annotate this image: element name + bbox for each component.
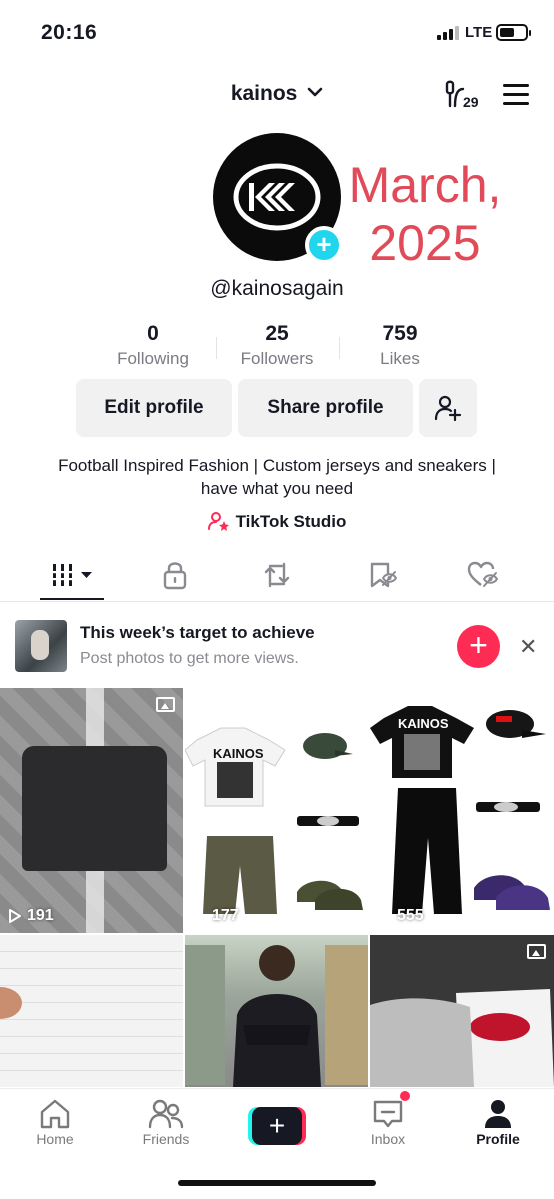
grid-item[interactable]: KAINOS 177	[185, 688, 368, 933]
grid-item[interactable]: KAINOS 555	[370, 688, 554, 933]
store-photo	[185, 945, 368, 1087]
studio-label: TikTok Studio	[235, 512, 347, 531]
stat-label: Likes	[380, 349, 420, 368]
add-friends-button[interactable]	[419, 379, 477, 437]
signal-icon	[437, 26, 459, 40]
target-subtitle: Post photos to get more views.	[80, 650, 299, 667]
stat-value: 25	[265, 322, 289, 345]
tee-text: KAINOS	[398, 716, 449, 731]
view-count: 555	[378, 907, 424, 925]
view-count-value: 191	[27, 907, 54, 924]
stat-value: 759	[382, 322, 418, 345]
photo-icon	[527, 944, 546, 959]
repost-icon	[264, 562, 290, 588]
add-story-button[interactable]: +	[305, 226, 343, 264]
stat-likes[interactable]: 759 Likes	[340, 322, 460, 369]
stat-followers[interactable]: 25 Followers	[217, 322, 337, 369]
nav-friends[interactable]: Friends	[121, 1097, 211, 1147]
menu-icon[interactable]	[503, 84, 529, 111]
home-icon	[40, 1099, 70, 1129]
divider	[0, 601, 554, 602]
stat-value: 0	[147, 322, 159, 345]
tiktok-studio-link[interactable]: TikTok Studio	[0, 511, 554, 532]
play-icon	[194, 909, 206, 923]
status-time: 20:16	[41, 21, 98, 44]
outfit-flatlay: KAINOS	[185, 727, 363, 914]
tee-text: KAINOS	[213, 746, 264, 761]
stat-label: Following	[117, 349, 189, 368]
home-indicator	[178, 1180, 376, 1186]
status-bar: 20:16 LTE	[0, 0, 554, 60]
inbox-icon	[373, 1100, 403, 1128]
kainos-logo	[233, 163, 321, 231]
view-count: 177	[193, 907, 239, 925]
edit-profile-button[interactable]: Edit profile	[76, 379, 232, 437]
mesh-shirt	[22, 746, 167, 871]
outfit-flatlay: KAINOS	[370, 706, 550, 914]
creator-badge: 29	[463, 94, 479, 110]
add-user-icon	[434, 395, 462, 421]
profile-handle: @kainosagain	[210, 277, 344, 300]
view-count-value: 555	[397, 907, 424, 924]
play-icon	[379, 909, 391, 923]
nav-label: Friends	[142, 1131, 190, 1147]
create-button[interactable]: +	[248, 1107, 306, 1145]
photo-icon	[156, 697, 175, 712]
friends-icon	[148, 1099, 184, 1129]
nav-inbox[interactable]: Inbox	[343, 1097, 433, 1147]
grid-item[interactable]	[370, 935, 554, 1087]
nav-label: Profile	[476, 1131, 520, 1147]
tab-liked[interactable]	[467, 560, 499, 595]
share-profile-button[interactable]: Share profile	[238, 379, 413, 437]
target-thumbnail	[15, 620, 67, 672]
tab-private[interactable]	[162, 560, 188, 595]
tab-videos[interactable]	[50, 563, 96, 594]
chevron-down-icon	[307, 80, 323, 104]
lock-icon	[163, 562, 187, 590]
liked-icon	[467, 561, 499, 587]
plus-icon: +	[252, 1107, 302, 1145]
overlay-line-2: 2025	[369, 215, 481, 271]
date-overlay: March, 2025	[340, 156, 510, 272]
battery-icon	[496, 24, 531, 41]
videos-grid-icon	[53, 564, 92, 586]
post-photo-button[interactable]: +	[457, 625, 500, 668]
grid-item[interactable]	[185, 935, 368, 1087]
active-tab-indicator	[40, 598, 104, 600]
stat-label: Followers	[240, 349, 314, 368]
nav-label: Home	[36, 1131, 74, 1147]
profile-bio: Football Inspired Fashion | Custom jerse…	[58, 456, 496, 498]
view-count: 191	[8, 907, 54, 925]
tab-reposts[interactable]	[262, 560, 292, 595]
nav-label: Inbox	[370, 1131, 406, 1147]
tab-saved[interactable]	[367, 560, 398, 595]
creator-tools-icon[interactable]: 29	[442, 80, 486, 115]
overlay-line-1: March,	[348, 157, 502, 213]
target-title: This week’s target to achieve	[80, 623, 315, 642]
view-count-value: 177	[212, 907, 239, 924]
notification-dot	[400, 1091, 410, 1101]
grid-item[interactable]: 191	[0, 688, 183, 933]
play-icon	[9, 909, 21, 923]
grid-item[interactable]	[0, 935, 183, 1087]
profile-icon	[485, 1100, 511, 1128]
notebook-photo	[0, 987, 22, 1019]
username-title: kainos	[230, 82, 298, 105]
saved-icon	[370, 562, 398, 588]
nav-home[interactable]: Home	[10, 1097, 100, 1147]
network-label: LTE	[465, 24, 493, 41]
studio-icon	[207, 512, 229, 531]
stat-following[interactable]: 0 Following	[93, 322, 213, 369]
nav-profile[interactable]: Profile	[453, 1097, 543, 1147]
close-icon[interactable]: ✕	[519, 634, 537, 660]
